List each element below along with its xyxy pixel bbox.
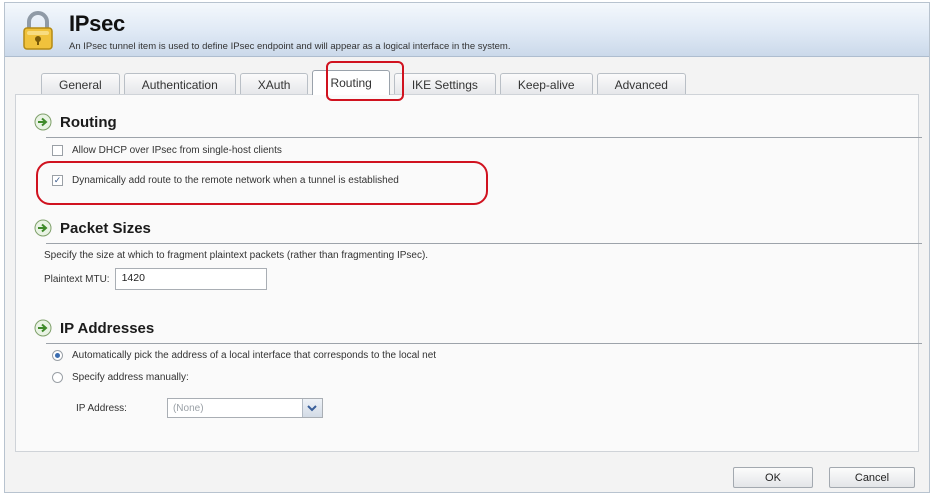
ip-addresses-divider (46, 343, 922, 344)
mtu-row: Plaintext MTU: 1420 (44, 268, 267, 290)
mtu-label: Plaintext MTU: (44, 273, 110, 285)
dhcp-option[interactable]: Allow DHCP over IPsec from single-host c… (52, 145, 282, 156)
tab-ike-settings[interactable]: IKE Settings (393, 73, 496, 95)
manual-address-radio[interactable] (52, 372, 63, 383)
dhcp-label: Allow DHCP over IPsec from single-host c… (72, 145, 282, 156)
packet-sizes-divider (46, 243, 922, 244)
ip-address-select[interactable]: (None) (166, 398, 323, 418)
green-arrow-icon (34, 113, 52, 131)
ip-addresses-title: IP Addresses (60, 319, 155, 337)
lock-icon (23, 11, 53, 50)
dynamic-route-checkbox[interactable]: ✓ (52, 175, 63, 186)
manual-address-label: Specify address manually: (72, 372, 189, 383)
chevron-down-icon[interactable] (301, 399, 322, 417)
tab-advanced[interactable]: Advanced (596, 73, 686, 95)
tab-panel: Routing Allow DHCP over IPsec from singl… (15, 94, 922, 452)
routing-divider (46, 137, 922, 138)
dhcp-checkbox[interactable] (52, 145, 63, 156)
packet-sizes-section-header: Packet Sizes (34, 219, 151, 237)
tab-xauth[interactable]: XAuth (239, 73, 309, 95)
tab-general[interactable]: General (41, 73, 120, 95)
ipsec-dialog: IPsec An IPsec tunnel item is used to de… (4, 2, 930, 493)
cancel-button[interactable]: Cancel (829, 467, 915, 488)
ip-addresses-section-header: IP Addresses (34, 319, 154, 337)
ip-address-value: (None) (172, 402, 204, 414)
tab-authentication[interactable]: Authentication (123, 73, 236, 95)
auto-address-radio[interactable] (52, 350, 63, 361)
auto-address-label: Automatically pick the address of a loca… (72, 350, 437, 361)
tab-keep-alive[interactable]: Keep-alive (499, 73, 593, 95)
routing-title: Routing (60, 113, 117, 131)
auto-address-option[interactable]: Automatically pick the address of a loca… (52, 350, 436, 361)
page-description: An IPsec tunnel item is used to define I… (69, 41, 511, 52)
packet-sizes-title: Packet Sizes (60, 219, 151, 237)
green-arrow-icon (34, 219, 52, 237)
green-arrow-icon (34, 319, 52, 337)
page-title: IPsec (69, 11, 125, 36)
mtu-input[interactable]: 1420 (114, 268, 267, 290)
tab-routing[interactable]: Routing (312, 70, 390, 95)
ip-address-row: IP Address: (None) (76, 398, 323, 418)
routing-section-header: Routing (34, 113, 117, 131)
tab-bar: General Authentication XAuth Routing IKE… (41, 69, 686, 95)
packet-sizes-description: Specify the size at which to fragment pl… (44, 250, 429, 261)
ip-address-label: IP Address: (76, 402, 127, 414)
manual-address-option[interactable]: Specify address manually: (52, 372, 189, 383)
dialog-header: IPsec An IPsec tunnel item is used to de… (5, 3, 929, 57)
ok-button[interactable]: OK (733, 467, 813, 488)
dynamic-route-option[interactable]: ✓ Dynamically add route to the remote ne… (52, 175, 399, 186)
dynamic-route-label: Dynamically add route to the remote netw… (72, 175, 399, 186)
